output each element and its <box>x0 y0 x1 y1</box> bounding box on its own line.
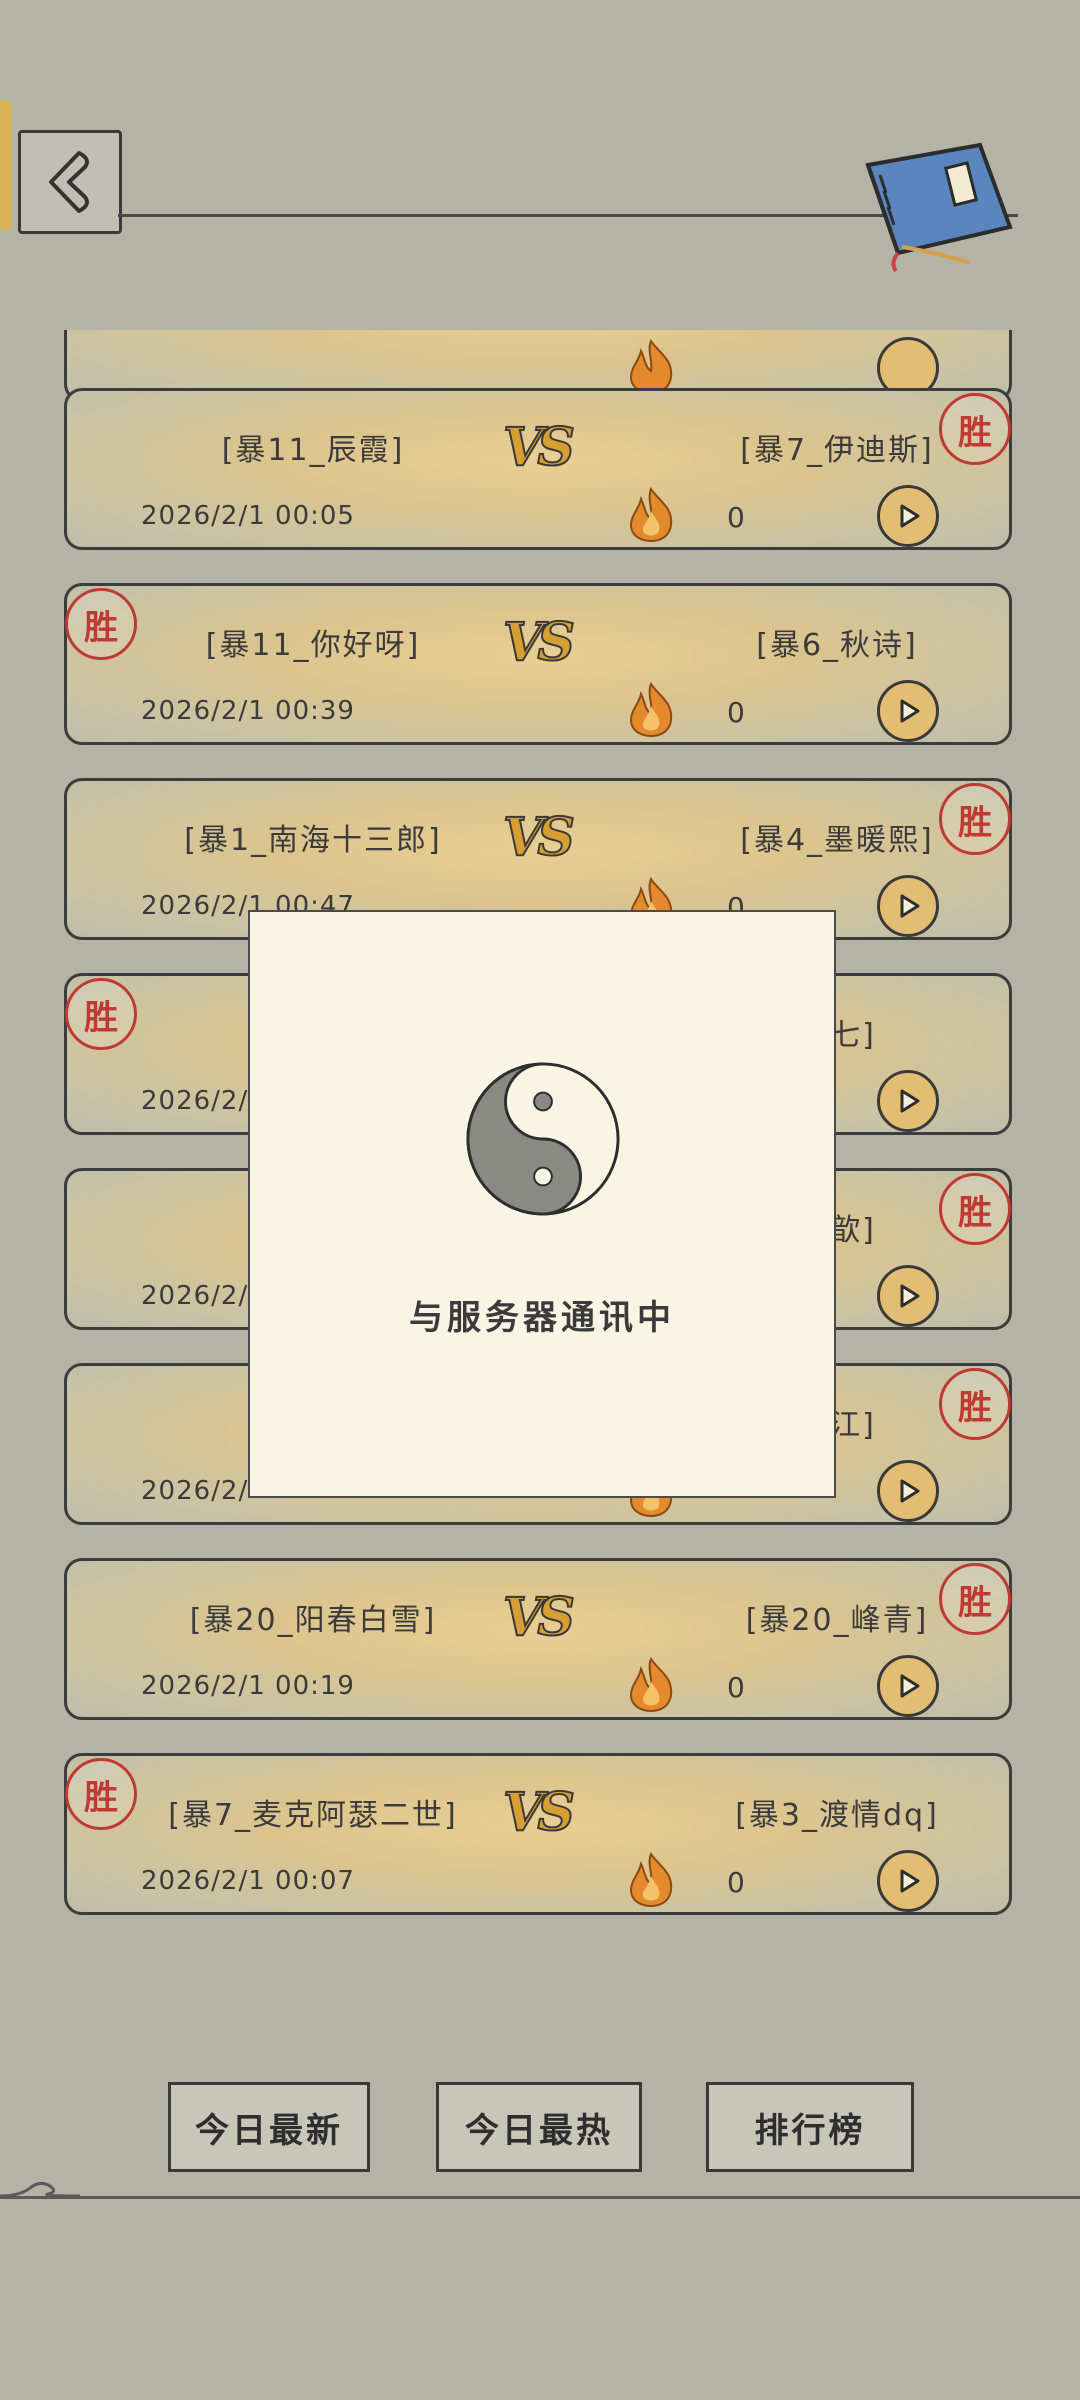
match-date: 2026/2/ <box>141 1476 249 1506</box>
fire-icon <box>629 1851 673 1908</box>
fire-icon <box>629 681 673 738</box>
player-two-name: [暴3_渡情dq] <box>735 1798 939 1833</box>
match-card[interactable]: [暴11_辰霞] VS [暴7_伊迪斯] 2026/2/1 00:05 0 胜 <box>64 388 1012 550</box>
tab-today-newest[interactable]: 今日最新 <box>168 2082 370 2172</box>
book-scroll-icon[interactable] <box>850 135 1020 275</box>
match-card[interactable]: [暴7_麦克阿瑟二世] VS [暴3_渡情dq] 2026/2/1 00:07 0 胜 <box>64 1753 1012 1915</box>
fire-icon <box>629 1656 673 1713</box>
win-stamp: 胜 <box>65 1758 137 1830</box>
replay-button[interactable] <box>877 680 939 742</box>
replay-button[interactable] <box>877 1850 939 1912</box>
play-icon <box>900 1869 920 1893</box>
vs-label: VS <box>502 1781 576 1844</box>
match-date: 2026/2/1 00:05 <box>141 501 355 531</box>
win-stamp: 胜 <box>939 1173 1011 1245</box>
loading-dialog: 与服务器通讯中 <box>248 910 836 1498</box>
top-bar <box>0 0 1080 330</box>
tab-today-hottest[interactable]: 今日最热 <box>436 2082 642 2172</box>
back-button[interactable] <box>18 130 122 234</box>
match-date: 2026/2/ <box>141 1086 249 1116</box>
chevron-left-icon <box>49 151 89 213</box>
vs-label: VS <box>502 416 576 479</box>
win-stamp: 胜 <box>939 1563 1011 1635</box>
match-date: 2026/2/1 00:39 <box>141 696 355 726</box>
play-icon <box>900 1479 920 1503</box>
win-stamp: 胜 <box>65 978 137 1050</box>
vs-label: VS <box>502 1586 576 1649</box>
loading-message: 与服务器通讯中 <box>409 1298 675 1338</box>
side-tab-decoration <box>0 100 12 230</box>
player-two-name: [暴6_秋诗] <box>756 628 918 663</box>
footer-divider <box>0 2196 1080 2199</box>
win-stamp: 胜 <box>939 783 1011 855</box>
match-date: 2026/2/ <box>141 1281 249 1311</box>
play-icon <box>900 894 920 918</box>
win-stamp: 胜 <box>939 1368 1011 1440</box>
player-one-name: [暴20_阳春白雪] <box>189 1603 437 1638</box>
heat-count: 0 <box>727 696 745 729</box>
replay-button[interactable] <box>877 1070 939 1132</box>
match-date: 2026/2/1 00:19 <box>141 1671 355 1701</box>
replay-button[interactable] <box>877 485 939 547</box>
fire-icon <box>629 486 673 543</box>
match-card[interactable]: [暴11_你好呀] VS [暴6_秋诗] 2026/2/1 00:39 0 胜 <box>64 583 1012 745</box>
play-icon <box>900 699 920 723</box>
heat-count: 0 <box>727 1671 745 1704</box>
replay-button[interactable] <box>877 1460 939 1522</box>
play-icon <box>900 504 920 528</box>
player-one-name: [暴1_南海十三郎] <box>184 823 442 858</box>
replay-button[interactable] <box>877 1655 939 1717</box>
player-one-name: [暴7_麦克阿瑟二世] <box>168 1798 458 1833</box>
play-icon <box>900 1089 920 1113</box>
fire-icon <box>629 338 673 395</box>
play-icon <box>900 1674 920 1698</box>
taiji-icon <box>466 1062 620 1216</box>
win-stamp: 胜 <box>65 588 137 660</box>
vs-label: VS <box>502 611 576 674</box>
tab-ranking[interactable]: 排行榜 <box>706 2082 914 2172</box>
match-card[interactable]: [暴20_阳春白雪] VS [暴20_峰青] 2026/2/1 00:19 0 胜 <box>64 1558 1012 1720</box>
player-one-name: [暴11_你好呀] <box>205 628 421 663</box>
heat-count: 0 <box>727 1866 745 1899</box>
match-date: 2026/2/1 00:07 <box>141 1866 355 1896</box>
win-stamp: 胜 <box>939 393 1011 465</box>
replay-button[interactable] <box>877 875 939 937</box>
replay-button[interactable] <box>877 1265 939 1327</box>
heat-count: 0 <box>727 501 745 534</box>
play-icon <box>900 1284 920 1308</box>
player-one-name: [暴11_辰霞] <box>221 433 405 468</box>
vs-label: VS <box>502 806 576 869</box>
